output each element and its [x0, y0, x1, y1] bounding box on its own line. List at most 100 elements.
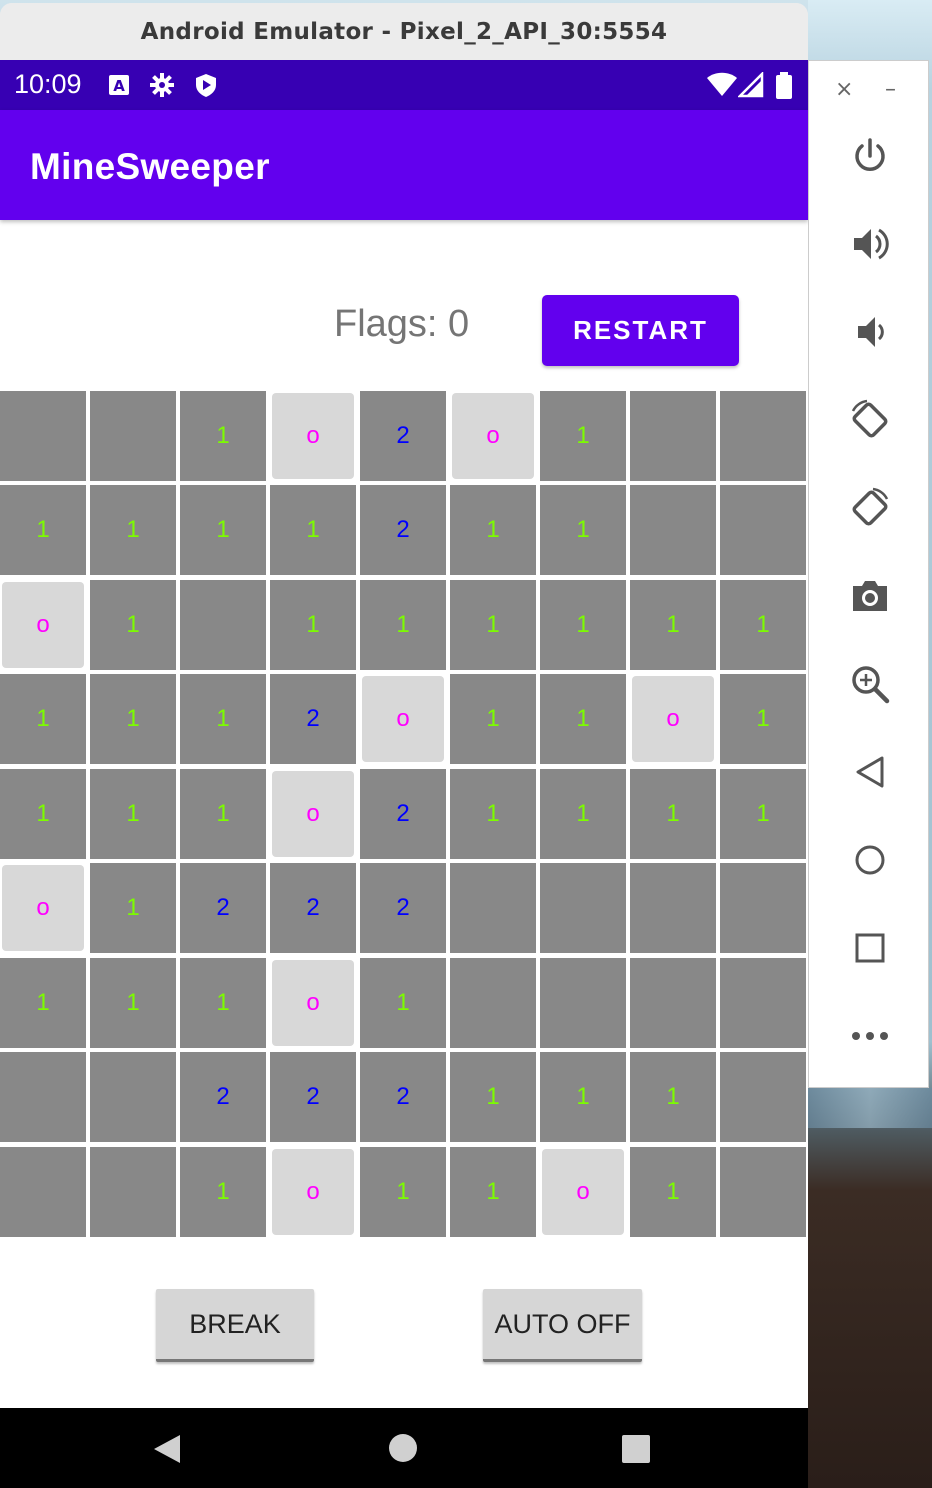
grid-cell[interactable]	[540, 958, 626, 1048]
grid-cell[interactable]: 1	[180, 391, 266, 481]
grid-cell[interactable]: 1	[720, 580, 806, 670]
more-icon[interactable]	[809, 1006, 930, 1066]
close-icon[interactable]: ×	[835, 77, 853, 102]
grid-cell[interactable]: 1	[180, 769, 266, 859]
window-title-bar[interactable]: Android Emulator - Pixel_2_API_30:5554	[0, 3, 808, 61]
zoom-icon[interactable]	[809, 654, 930, 714]
grid-cell[interactable]: 1	[630, 1147, 716, 1237]
grid-cell[interactable]: 1	[630, 1052, 716, 1142]
grid-cell[interactable]: 1	[540, 769, 626, 859]
grid-cell[interactable]: o	[2, 582, 84, 668]
grid-cell[interactable]: o	[272, 960, 354, 1046]
grid-cell[interactable]: 1	[0, 958, 86, 1048]
grid-cell[interactable]: 1	[540, 391, 626, 481]
grid-cell[interactable]	[720, 863, 806, 953]
grid-cell[interactable]	[720, 1147, 806, 1237]
home-icon[interactable]	[809, 830, 930, 890]
grid-cell[interactable]: 2	[360, 863, 446, 953]
grid-cell[interactable]	[90, 1052, 176, 1142]
grid-cell[interactable]: 1	[90, 769, 176, 859]
minimize-icon[interactable]: –	[885, 77, 896, 102]
grid-cell[interactable]: 2	[360, 1052, 446, 1142]
grid-cell[interactable]	[540, 863, 626, 953]
grid-cell[interactable]: 1	[90, 958, 176, 1048]
grid-cell[interactable]: 1	[90, 674, 176, 764]
grid-cell[interactable]: 2	[180, 1052, 266, 1142]
grid-cell[interactable]	[90, 1147, 176, 1237]
grid-cell[interactable]	[0, 391, 86, 481]
grid-cell[interactable]: o	[452, 393, 534, 479]
grid-cell[interactable]	[90, 391, 176, 481]
grid-cell[interactable]: 1	[630, 580, 716, 670]
grid-cell[interactable]: o	[542, 1149, 624, 1235]
restart-button[interactable]: RESTART	[542, 295, 739, 366]
grid-cell[interactable]: 1	[0, 674, 86, 764]
grid-cell[interactable]: 1	[540, 485, 626, 575]
grid-cell[interactable]: 1	[90, 863, 176, 953]
grid-cell[interactable]: 1	[720, 769, 806, 859]
overview-icon[interactable]	[809, 918, 930, 978]
grid-cell[interactable]: o	[2, 865, 84, 951]
grid-cell[interactable]: o	[272, 393, 354, 479]
volume-down-icon[interactable]	[809, 302, 930, 362]
grid-cell[interactable]: 1	[360, 1147, 446, 1237]
grid-cell[interactable]	[720, 485, 806, 575]
grid-cell[interactable]	[180, 580, 266, 670]
auto-toggle-button[interactable]: AUTO OFF	[483, 1289, 642, 1362]
rotate-right-icon[interactable]	[809, 478, 930, 538]
back-icon[interactable]	[152, 1433, 182, 1469]
grid-cell[interactable]: 1	[540, 1052, 626, 1142]
grid-cell[interactable]: 1	[360, 580, 446, 670]
volume-up-icon[interactable]	[809, 214, 930, 274]
back-icon[interactable]	[809, 742, 930, 802]
grid-cell[interactable]: 1	[0, 485, 86, 575]
grid-cell[interactable]	[450, 863, 536, 953]
grid-cell[interactable]: 1	[540, 580, 626, 670]
grid-cell[interactable]: o	[272, 771, 354, 857]
grid-cell[interactable]: o	[272, 1149, 354, 1235]
grid-cell[interactable]: 1	[90, 485, 176, 575]
grid-cell[interactable]	[0, 1147, 86, 1237]
grid-cell[interactable]: 1	[270, 485, 356, 575]
grid-cell[interactable]: 1	[450, 485, 536, 575]
grid-cell[interactable]: 1	[180, 674, 266, 764]
overview-icon[interactable]	[621, 1434, 651, 1468]
camera-icon[interactable]	[809, 566, 930, 626]
break-button[interactable]: BREAK	[156, 1289, 314, 1362]
grid-cell[interactable]: 1	[450, 1147, 536, 1237]
grid-cell[interactable]: 1	[540, 674, 626, 764]
grid-cell[interactable]: 2	[270, 1052, 356, 1142]
rotate-left-icon[interactable]	[809, 390, 930, 450]
home-icon[interactable]	[388, 1433, 418, 1467]
grid-cell[interactable]	[450, 958, 536, 1048]
grid-cell[interactable]: 1	[270, 580, 356, 670]
grid-cell[interactable]	[630, 485, 716, 575]
grid-cell[interactable]: 1	[180, 485, 266, 575]
grid-cell[interactable]	[630, 958, 716, 1048]
grid-cell[interactable]: 2	[360, 769, 446, 859]
grid-cell[interactable]: 1	[180, 1147, 266, 1237]
grid-cell[interactable]: 1	[360, 958, 446, 1048]
grid-cell[interactable]	[720, 391, 806, 481]
grid-cell[interactable]: 2	[270, 674, 356, 764]
grid-cell[interactable]: 1	[720, 674, 806, 764]
grid-cell[interactable]: 1	[450, 674, 536, 764]
grid-cell[interactable]	[630, 391, 716, 481]
power-icon[interactable]	[809, 126, 930, 186]
grid-cell[interactable]: o	[362, 676, 444, 762]
grid-cell[interactable]: 1	[450, 1052, 536, 1142]
grid-cell[interactable]: 2	[180, 863, 266, 953]
grid-cell[interactable]: 1	[90, 580, 176, 670]
grid-cell[interactable]: 1	[0, 769, 86, 859]
grid-cell[interactable]: 2	[270, 863, 356, 953]
grid-cell[interactable]: 2	[360, 485, 446, 575]
grid-cell[interactable]: 1	[630, 769, 716, 859]
grid-cell[interactable]: o	[632, 676, 714, 762]
grid-cell[interactable]	[0, 1052, 86, 1142]
grid-cell[interactable]: 1	[450, 580, 536, 670]
grid-cell[interactable]: 2	[360, 391, 446, 481]
grid-cell[interactable]	[720, 1052, 806, 1142]
grid-cell[interactable]: 1	[450, 769, 536, 859]
grid-cell[interactable]	[630, 863, 716, 953]
grid-cell[interactable]: 1	[180, 958, 266, 1048]
